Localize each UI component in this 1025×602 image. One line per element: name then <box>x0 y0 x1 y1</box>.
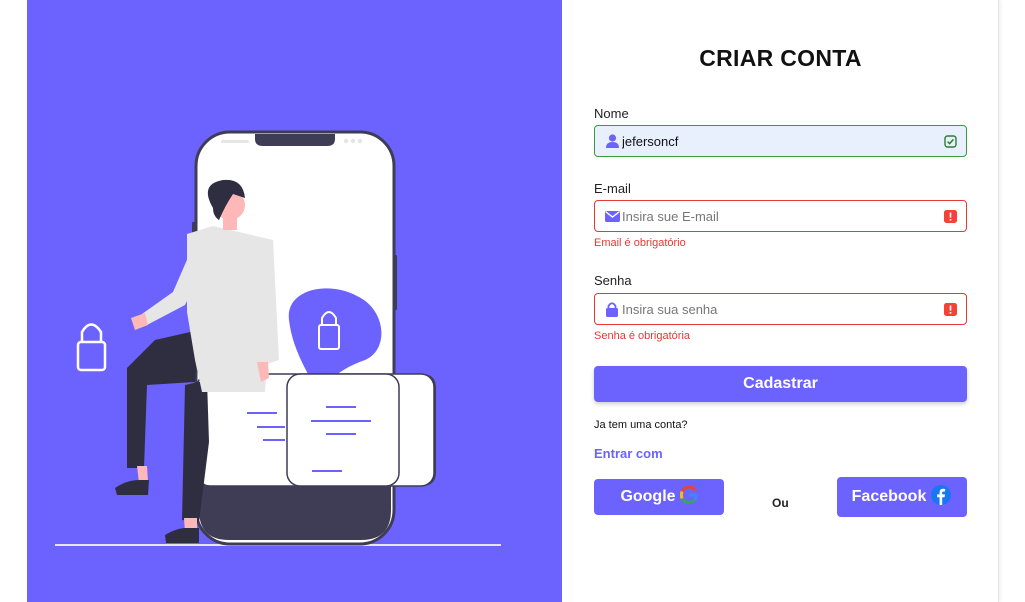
or-separator: Ou <box>772 496 789 510</box>
illustration-panel <box>27 0 562 602</box>
valid-check-icon <box>944 134 957 148</box>
name-label: Nome <box>594 106 629 121</box>
login-link[interactable]: Entrar com <box>594 446 663 461</box>
signup-page: CRIAR CONTA Nome E-mail Email é obrigató… <box>0 0 1025 602</box>
envelope-icon <box>604 208 620 224</box>
email-label: E-mail <box>594 181 631 196</box>
password-error-message: Senha é obrigatória <box>594 330 691 342</box>
facebook-logo-icon <box>930 484 952 511</box>
google-logo-icon <box>679 485 698 509</box>
page-title: CRIAR CONTA <box>699 45 862 71</box>
password-input[interactable] <box>620 294 944 324</box>
email-error-message: Email é obrigatório <box>594 237 686 249</box>
signup-form-panel: CRIAR CONTA Nome E-mail Email é obrigató… <box>562 0 999 602</box>
have-account-text: Ja tem uma conta? <box>594 419 688 431</box>
lock-icon <box>604 301 620 317</box>
name-field-container <box>594 125 967 157</box>
error-alert-icon <box>944 209 957 223</box>
email-input[interactable] <box>620 201 944 231</box>
password-field-container <box>594 293 967 325</box>
user-icon <box>604 133 620 149</box>
facebook-login-button[interactable]: Facebook <box>837 477 967 517</box>
google-button-label: Google <box>620 488 676 505</box>
email-field-container <box>594 200 967 232</box>
facebook-button-label: Facebook <box>851 488 927 505</box>
password-label: Senha <box>594 273 632 288</box>
google-login-button[interactable]: Google <box>594 479 724 515</box>
name-input[interactable] <box>620 126 944 156</box>
error-alert-icon <box>944 302 957 316</box>
register-button[interactable]: Cadastrar <box>594 366 967 402</box>
security-illustration <box>55 130 501 546</box>
